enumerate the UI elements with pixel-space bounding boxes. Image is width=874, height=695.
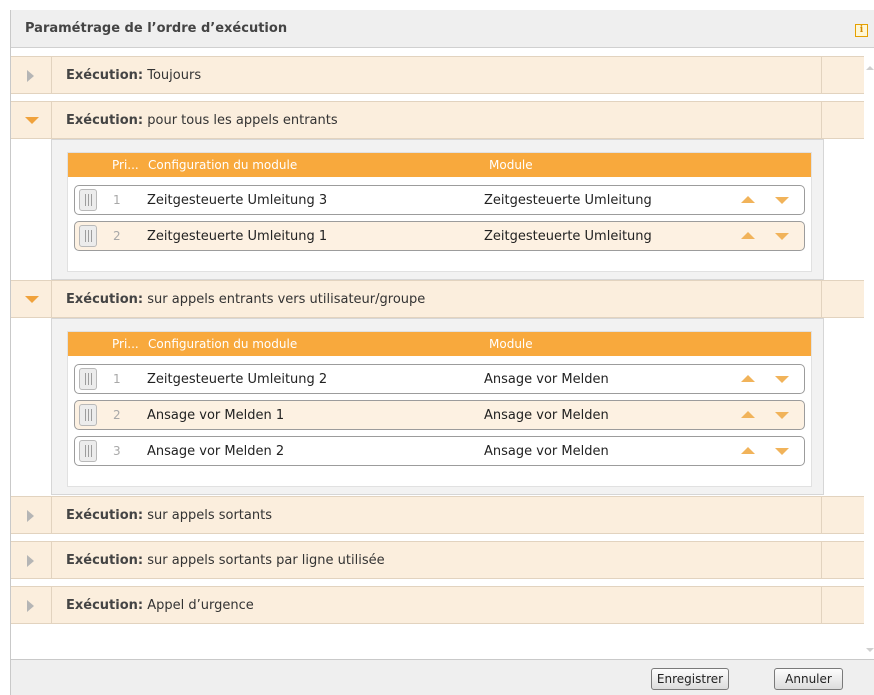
dialog-title: Paramétrage de l’ordre d’exécution — [25, 21, 288, 36]
chevron-right-icon — [27, 70, 34, 82]
section-label: Exécution: Toujours — [66, 68, 202, 83]
move-down-icon[interactable] — [775, 412, 789, 419]
section-label: Exécution: sur appels sortants — [66, 508, 272, 523]
chevron-right-icon — [27, 555, 34, 567]
section-header-tous-appels-entrants[interactable]: Exécution: pour tous les appels entrants — [11, 101, 864, 139]
module-order-table: Pri... Configuration du module Module 1 … — [67, 152, 812, 272]
move-up-icon[interactable] — [741, 232, 755, 239]
scroll-up-icon[interactable] — [866, 66, 874, 70]
chevron-down-icon — [25, 117, 39, 124]
section-label: Exécution: Appel d’urgence — [66, 598, 254, 613]
section-right-cell — [821, 57, 864, 93]
section-header-appels-sortants-ligne[interactable]: Exécution: sur appels sortants par ligne… — [11, 541, 864, 579]
row-module: Ansage vor Melden — [484, 444, 609, 459]
drag-handle-icon[interactable] — [79, 368, 97, 390]
expand-toggle[interactable] — [11, 497, 52, 533]
row-priority: 3 — [113, 444, 121, 458]
move-up-icon[interactable] — [741, 411, 755, 418]
move-down-icon[interactable] — [775, 233, 789, 240]
move-up-icon[interactable] — [741, 196, 755, 203]
row-config: Ansage vor Melden 2 — [147, 444, 285, 459]
section-right-cell — [821, 281, 864, 317]
section-header-appel-urgence[interactable]: Exécution: Appel d’urgence — [11, 586, 864, 624]
section-label: Exécution: sur appels entrants vers util… — [66, 292, 426, 307]
section-content: Pri... Configuration du module Module 1 … — [51, 318, 824, 495]
row-module: Ansage vor Melden — [484, 408, 609, 423]
section-label: Exécution: sur appels sortants par ligne… — [66, 553, 385, 568]
collapse-toggle[interactable] — [11, 281, 52, 317]
move-down-icon[interactable] — [775, 376, 789, 383]
header-module: Module — [489, 337, 533, 351]
row-priority: 1 — [113, 372, 121, 386]
section-right-cell — [821, 542, 864, 578]
header-priority: Pri... — [112, 337, 139, 351]
drag-handle-icon[interactable] — [79, 225, 97, 247]
drag-handle-icon[interactable] — [79, 440, 97, 462]
expand-toggle[interactable] — [11, 587, 52, 623]
save-button[interactable]: Enregistrer — [651, 668, 729, 690]
chevron-right-icon — [27, 600, 34, 612]
header-config: Configuration du module — [148, 158, 298, 172]
section-right-cell — [821, 102, 864, 138]
chevron-down-icon — [25, 296, 39, 303]
table-row[interactable]: 2 Ansage vor Melden 1 Ansage vor Melden — [74, 400, 805, 430]
row-module: Zeitgesteuerte Umleitung — [484, 193, 652, 208]
table-header: Pri... Configuration du module Module — [68, 332, 811, 356]
section-content: Pri... Configuration du module Module 1 … — [51, 139, 824, 280]
dialog: Paramétrage de l’ordre d’exécution i Exé… — [10, 10, 874, 695]
row-config: Zeitgesteuerte Umleitung 3 — [147, 193, 328, 208]
info-icon[interactable]: i — [855, 24, 868, 37]
collapse-toggle[interactable] — [11, 102, 52, 138]
table-row[interactable]: 2 Zeitgesteuerte Umleitung 1 Zeitgesteue… — [74, 221, 805, 251]
row-config: Zeitgesteuerte Umleitung 1 — [147, 229, 328, 244]
drag-handle-icon[interactable] — [79, 189, 97, 211]
header-config: Configuration du module — [148, 337, 298, 351]
section-right-cell — [821, 497, 864, 533]
title-bar: Paramétrage de l’ordre d’exécution i — [11, 10, 874, 48]
table-row[interactable]: 3 Ansage vor Melden 2 Ansage vor Melden — [74, 436, 805, 466]
move-down-icon[interactable] — [775, 197, 789, 204]
row-priority: 2 — [113, 408, 121, 422]
table-row[interactable]: 1 Zeitgesteuerte Umleitung 3 Zeitgesteue… — [74, 185, 805, 215]
cancel-button[interactable]: Annuler — [774, 668, 843, 690]
chevron-right-icon — [27, 510, 34, 522]
module-order-table: Pri... Configuration du module Module 1 … — [67, 331, 812, 487]
row-config: Zeitgesteuerte Umleitung 2 — [147, 372, 328, 387]
expand-toggle[interactable] — [11, 542, 52, 578]
row-config: Ansage vor Melden 1 — [147, 408, 285, 423]
table-header: Pri... Configuration du module Module — [68, 153, 811, 177]
move-down-icon[interactable] — [775, 448, 789, 455]
table-row[interactable]: 1 Zeitgesteuerte Umleitung 2 Ansage vor … — [74, 364, 805, 394]
row-module: Ansage vor Melden — [484, 372, 609, 387]
drag-handle-icon[interactable] — [79, 404, 97, 426]
row-priority: 1 — [113, 193, 121, 207]
expand-toggle[interactable] — [11, 57, 52, 93]
move-up-icon[interactable] — [741, 375, 755, 382]
header-priority: Pri... — [112, 158, 139, 172]
header-module: Module — [489, 158, 533, 172]
dialog-footer: Enregistrer Annuler — [11, 659, 874, 695]
scroll-down-icon[interactable] — [866, 648, 874, 652]
row-priority: 2 — [113, 229, 121, 243]
section-label: Exécution: pour tous les appels entrants — [66, 113, 338, 128]
move-up-icon[interactable] — [741, 447, 755, 454]
row-module: Zeitgesteuerte Umleitung — [484, 229, 652, 244]
section-header-toujours[interactable]: Exécution: Toujours — [11, 56, 864, 94]
scrollbar[interactable] — [864, 48, 874, 660]
section-header-appels-sortants[interactable]: Exécution: sur appels sortants — [11, 496, 864, 534]
section-header-appels-entrants-utilisateur[interactable]: Exécution: sur appels entrants vers util… — [11, 280, 864, 318]
section-right-cell — [821, 587, 864, 623]
